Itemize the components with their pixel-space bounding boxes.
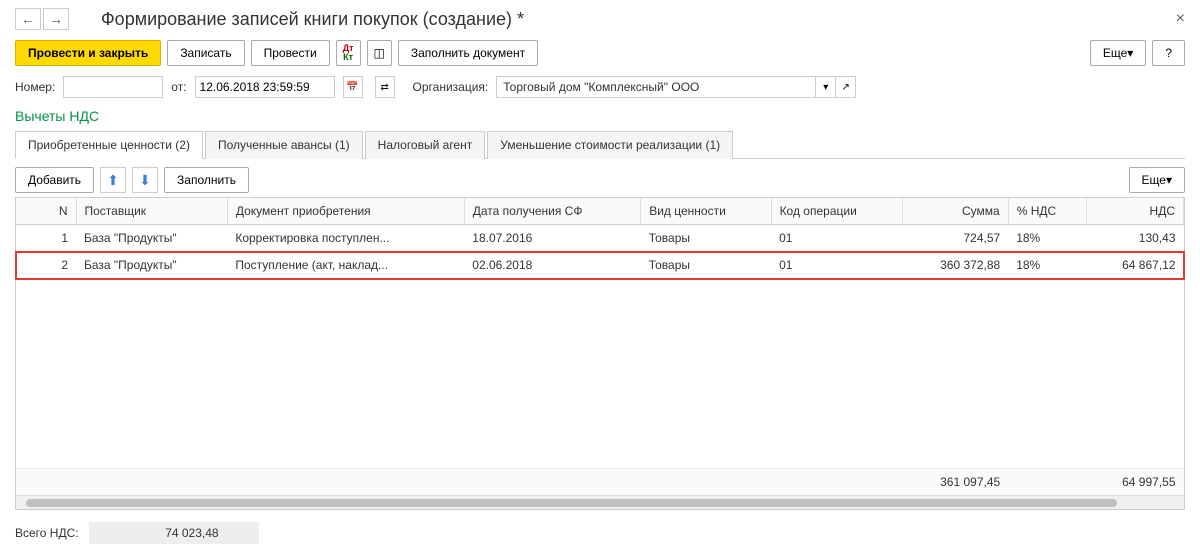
- move-down-button[interactable]: ⬇: [132, 167, 158, 193]
- col-header-type[interactable]: Вид ценности: [641, 198, 771, 225]
- cell-op-code: 01: [771, 252, 902, 279]
- table-row[interactable]: 2База "Продукты"Поступление (акт, наклад…: [16, 252, 1184, 279]
- tabs-container: Приобретенные ценности (2) Полученные ав…: [15, 130, 1185, 159]
- back-button[interactable]: ←: [15, 8, 41, 30]
- add-row-button[interactable]: Добавить: [15, 167, 94, 193]
- horizontal-scrollbar[interactable]: [16, 495, 1184, 509]
- cell-vat-pct: 18%: [1008, 225, 1087, 252]
- cell-vat-pct: 18%: [1008, 252, 1087, 279]
- number-label: Номер:: [15, 80, 55, 94]
- total-sum: 361 097,45: [902, 469, 1008, 496]
- from-label: от:: [171, 80, 186, 94]
- cell-doc: Поступление (акт, наклад...: [227, 252, 464, 279]
- more-button[interactable]: Еще ▾: [1090, 40, 1146, 66]
- cell-vat: 130,43: [1087, 225, 1184, 252]
- fill-button[interactable]: Заполнить: [164, 167, 249, 193]
- cell-op-code: 01: [771, 225, 902, 252]
- number-field[interactable]: [63, 76, 163, 98]
- cell-n: 2: [16, 252, 76, 279]
- tab-acquired-values[interactable]: Приобретенные ценности (2): [15, 131, 203, 159]
- help-button[interactable]: ?: [1152, 40, 1185, 66]
- total-vat-label: Всего НДС:: [15, 526, 79, 540]
- calendar-icon[interactable]: 📅: [343, 76, 363, 98]
- col-header-n[interactable]: N: [16, 198, 76, 225]
- save-button[interactable]: Записать: [167, 40, 244, 66]
- org-dropdown-icon[interactable]: ▾: [816, 76, 836, 98]
- dt-kt-button[interactable]: ДтКт: [336, 40, 361, 66]
- post-button[interactable]: Провести: [251, 40, 330, 66]
- table-more-button[interactable]: Еще ▾: [1129, 167, 1185, 193]
- cell-n: 1: [16, 225, 76, 252]
- col-header-doc[interactable]: Документ приобретения: [227, 198, 464, 225]
- structure-button[interactable]: ◫: [367, 40, 392, 66]
- move-up-button[interactable]: ⬆: [100, 167, 126, 193]
- cell-type: Товары: [641, 252, 771, 279]
- post-and-close-button[interactable]: Провести и закрыть: [15, 40, 161, 66]
- fill-document-button[interactable]: Заполнить документ: [398, 40, 538, 66]
- total-vat: 64 997,55: [1087, 469, 1184, 496]
- chevron-down-icon: ▾: [1127, 46, 1133, 60]
- organization-field[interactable]: Торговый дом "Комплексный" ООО: [496, 76, 816, 98]
- tab-realization-cost-reduction[interactable]: Уменьшение стоимости реализации (1): [487, 131, 733, 159]
- section-title: Вычеты НДС: [15, 108, 1185, 124]
- cell-supplier: База "Продукты": [76, 252, 227, 279]
- cell-type: Товары: [641, 225, 771, 252]
- cell-date-sf: 02.06.2018: [464, 252, 640, 279]
- col-header-sum[interactable]: Сумма: [902, 198, 1008, 225]
- col-header-vat[interactable]: НДС: [1087, 198, 1184, 225]
- date-field[interactable]: [195, 76, 335, 98]
- close-icon[interactable]: ×: [1176, 10, 1185, 28]
- page-title: Формирование записей книги покупок (созд…: [101, 9, 524, 30]
- col-header-supplier[interactable]: Поставщик: [76, 198, 227, 225]
- col-header-vat-pct[interactable]: % НДС: [1008, 198, 1087, 225]
- chevron-down-icon: ▾: [1166, 173, 1172, 187]
- forward-button[interactable]: →: [43, 8, 69, 30]
- org-label: Организация:: [413, 80, 489, 94]
- table-container: N Поставщик Документ приобретения Дата п…: [15, 197, 1185, 510]
- cell-sum: 360 372,88: [902, 252, 1008, 279]
- org-open-icon[interactable]: ↗: [836, 76, 856, 98]
- link-icon[interactable]: ⇄: [375, 76, 395, 98]
- cell-date-sf: 18.07.2016: [464, 225, 640, 252]
- total-vat-value: 74 023,48: [89, 522, 259, 544]
- col-header-date-sf[interactable]: Дата получения СФ: [464, 198, 640, 225]
- cell-supplier: База "Продукты": [76, 225, 227, 252]
- col-header-op-code[interactable]: Код операции: [771, 198, 902, 225]
- cell-doc: Корректировка поступлен...: [227, 225, 464, 252]
- tab-received-advances[interactable]: Полученные авансы (1): [205, 131, 363, 159]
- cell-vat: 64 867,12: [1087, 252, 1184, 279]
- table-row[interactable]: 1База "Продукты"Корректировка поступлен.…: [16, 225, 1184, 252]
- cell-sum: 724,57: [902, 225, 1008, 252]
- tab-tax-agent[interactable]: Налоговый агент: [365, 131, 486, 159]
